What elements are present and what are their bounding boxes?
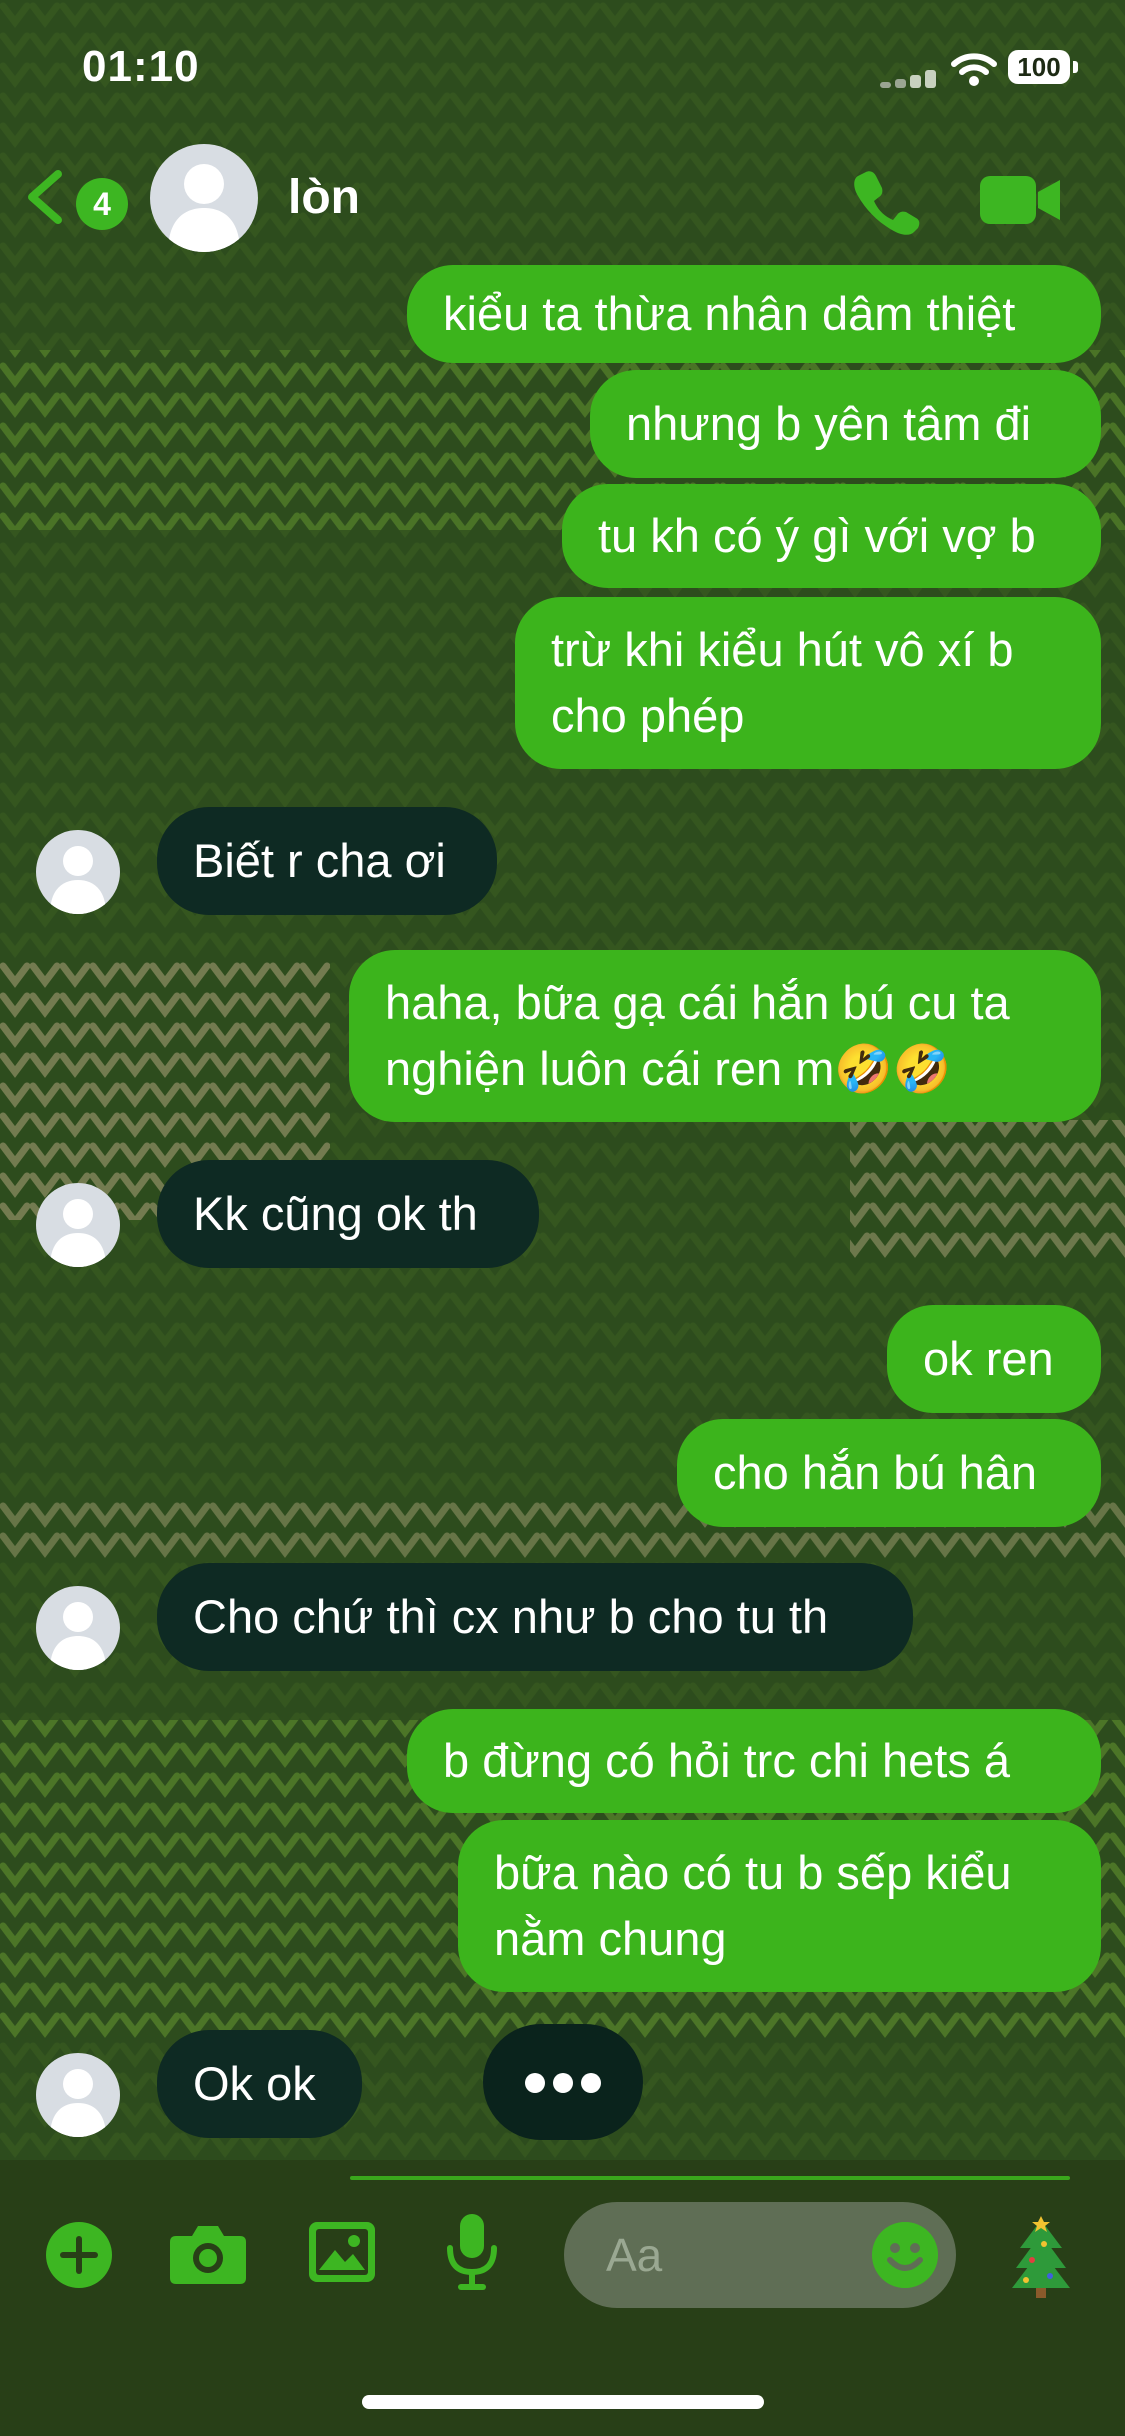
status-bar: 01:10 100 (0, 0, 1125, 130)
outgoing-message[interactable]: bữa nào có tu b sếp kiểu nằm chung (458, 1820, 1101, 1992)
video-camera-icon[interactable] (980, 172, 1062, 228)
outgoing-message[interactable]: kiểu ta thừa nhân dâm thiệt (407, 265, 1101, 363)
outgoing-message[interactable]: nhưng b yên tâm đi (590, 370, 1101, 478)
message-input-placeholder: Aa (606, 2229, 663, 2281)
microphone-icon[interactable] (444, 2212, 500, 2292)
outgoing-message[interactable]: cho hắn bú hân (677, 1419, 1101, 1527)
outgoing-message[interactable]: b đừng có hỏi trc chi hets á (407, 1709, 1101, 1813)
incoming-message[interactable]: Biết r cha ơi (157, 807, 497, 915)
outgoing-message[interactable]: haha, bữa gạ cái hắn bú cu ta nghiện luô… (349, 950, 1101, 1122)
typing-indicator (483, 2024, 643, 2140)
emoji-icon[interactable] (872, 2222, 938, 2288)
cellular-signal-icon (880, 70, 938, 88)
camera-icon[interactable] (170, 2220, 246, 2286)
incoming-message[interactable]: Ok ok (157, 2030, 362, 2138)
contact-name[interactable]: lòn (288, 170, 360, 225)
wifi-icon (951, 53, 997, 86)
back-chevron-icon (28, 170, 62, 224)
incoming-message[interactable]: Cho chứ thì cx như b cho tu th (157, 1563, 913, 1671)
contact-avatar-small[interactable] (36, 1183, 120, 1267)
christmas-tree-icon[interactable] (1010, 2216, 1072, 2298)
contact-avatar[interactable] (150, 144, 258, 252)
incoming-message[interactable]: Kk cũng ok th (157, 1160, 539, 1268)
contact-avatar-small[interactable] (36, 1586, 120, 1670)
contact-avatar-small[interactable] (36, 830, 120, 914)
status-time: 01:10 (82, 42, 200, 91)
contact-avatar-small[interactable] (36, 2053, 120, 2137)
outgoing-message[interactable]: tu kh có ý gì với vợ b (562, 484, 1101, 588)
battery-level: 100 (1008, 50, 1070, 84)
outgoing-message[interactable]: ok ren (887, 1305, 1101, 1413)
battery-icon: 100 (1008, 50, 1078, 86)
outgoing-message[interactable]: trừ khi kiểu hút vô xí b cho phép (515, 597, 1101, 769)
home-indicator[interactable] (362, 2395, 764, 2409)
phone-icon[interactable] (852, 168, 920, 236)
conversation-header: 4 lòn (0, 130, 1125, 270)
image-icon[interactable] (307, 2220, 377, 2284)
unread-count-badge: 4 (76, 178, 128, 230)
back-button[interactable]: 4 (22, 162, 128, 232)
composer-divider (350, 2176, 1070, 2180)
message-input[interactable]: Aa (564, 2202, 956, 2308)
plus-icon[interactable] (44, 2220, 114, 2290)
message-list[interactable]: kiểu ta thừa nhân dâm thiệt nhưng b yên … (0, 0, 1125, 2200)
